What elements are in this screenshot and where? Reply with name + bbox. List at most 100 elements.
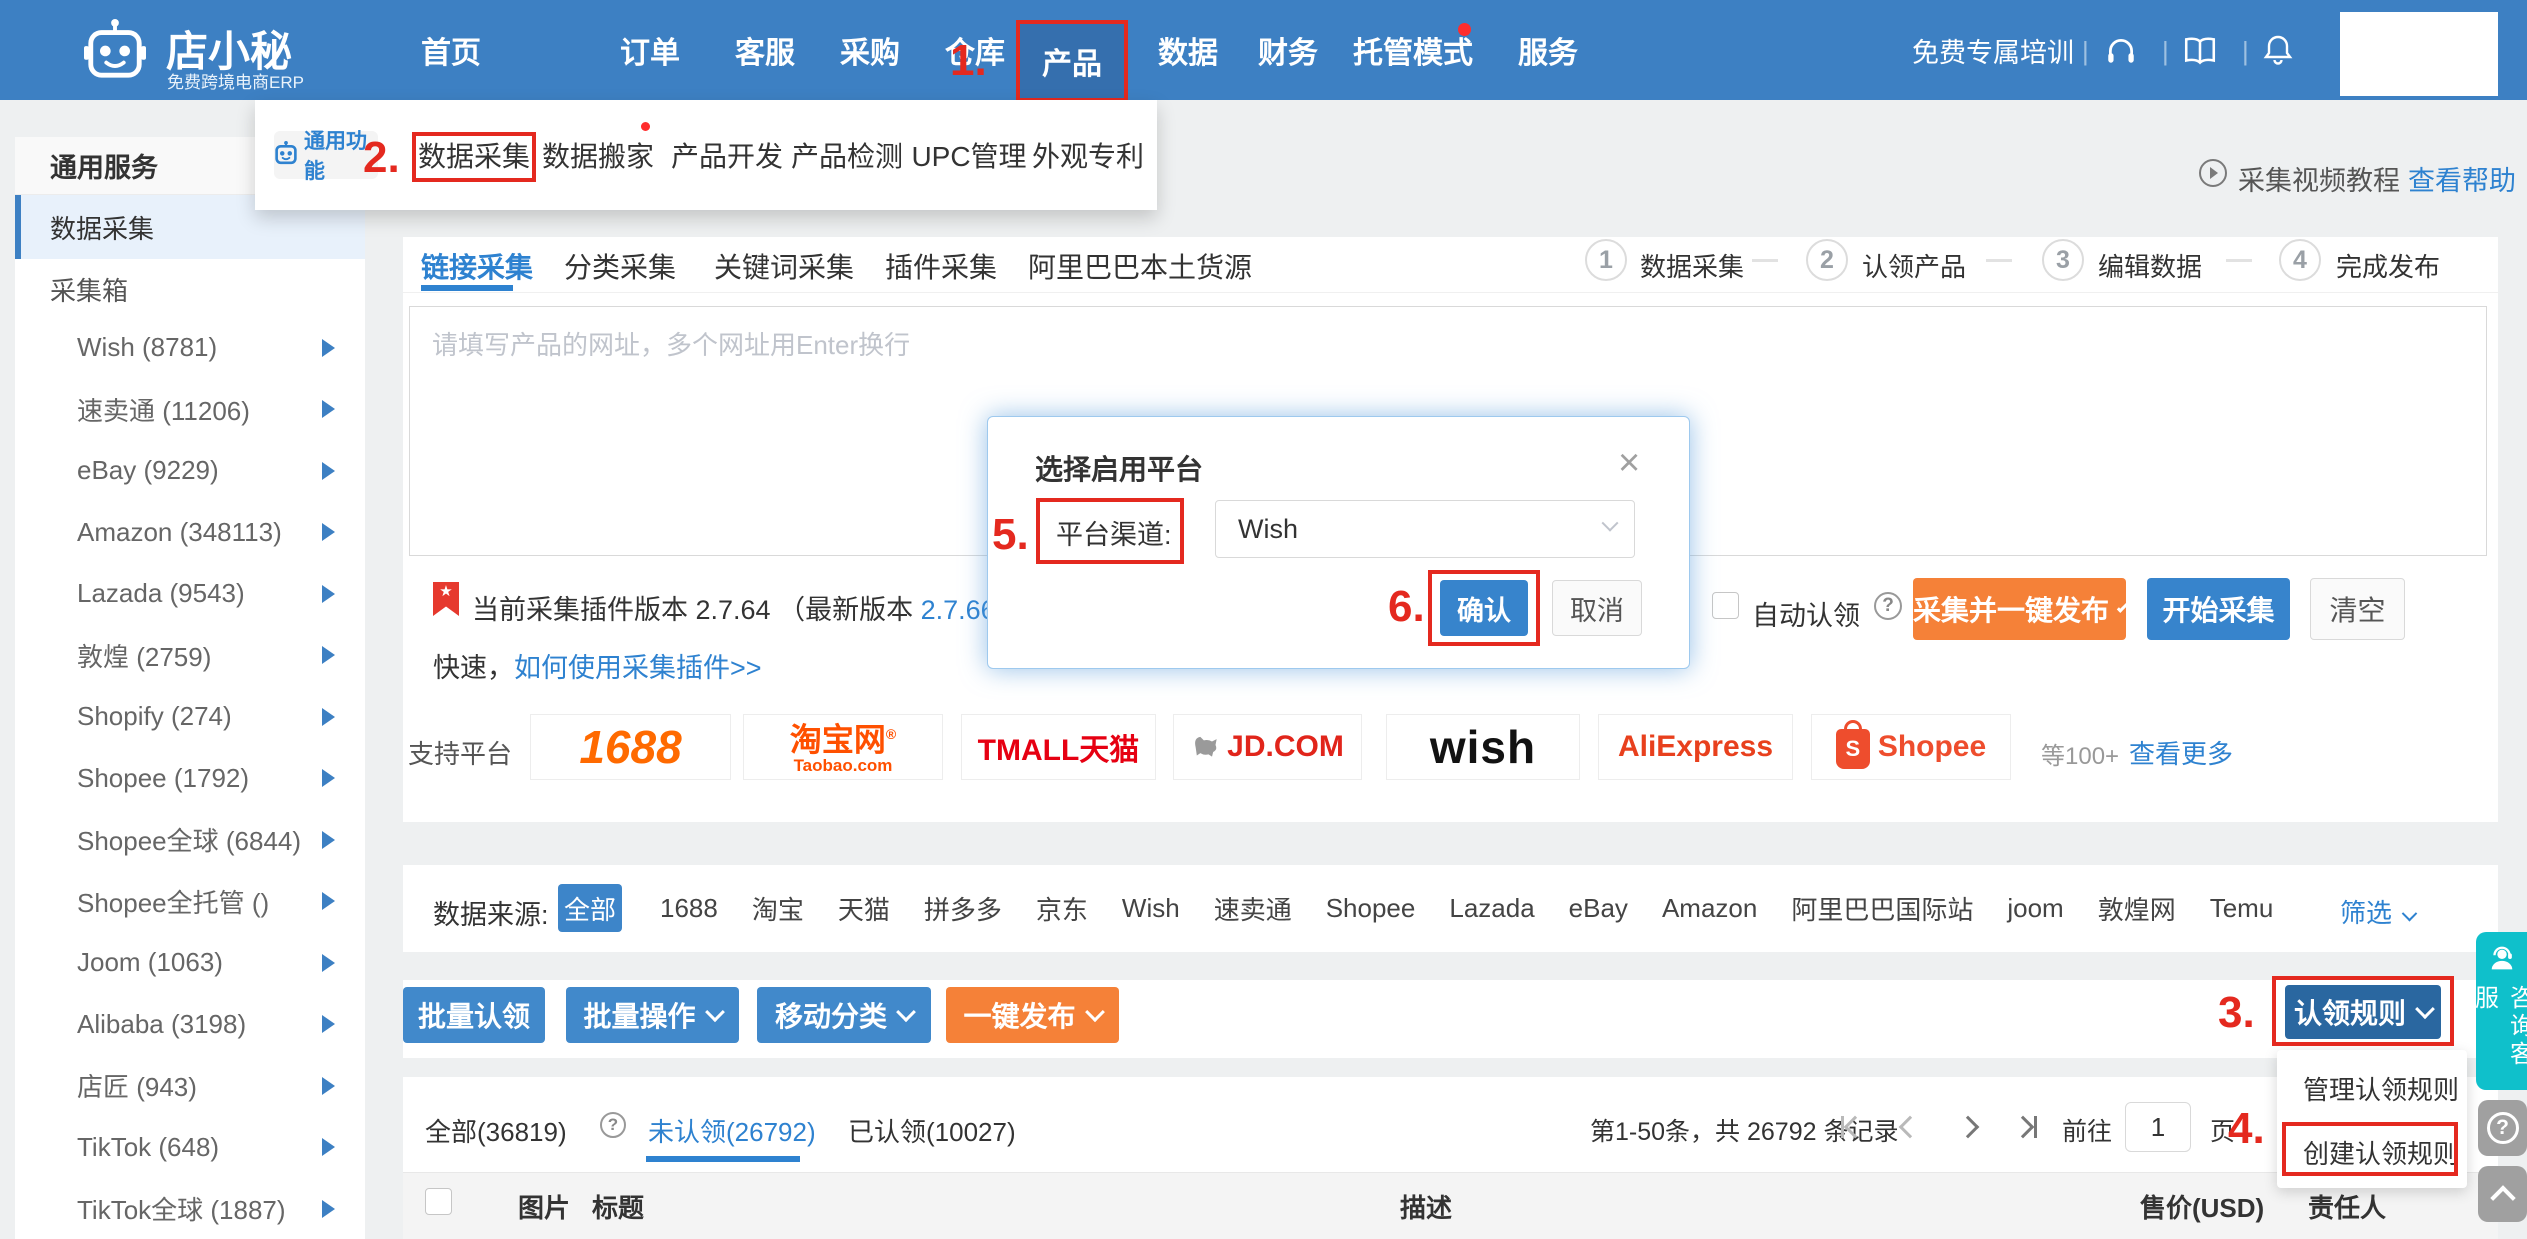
- pagination-first-button[interactable]: [1835, 1110, 1869, 1144]
- sidebar-item-label: Wish (8781): [77, 332, 218, 363]
- question-circle-icon: ?: [2486, 1112, 2519, 1144]
- filter-link[interactable]: 筛选: [2340, 893, 2418, 930]
- step-dash: [2226, 259, 2252, 262]
- menu-item-data-mover[interactable]: 数据搬家: [542, 100, 654, 210]
- nav-item-home[interactable]: 首页: [421, 0, 481, 100]
- datasource-option-amazon[interactable]: Amazon: [1662, 893, 1757, 924]
- menu-item-upc[interactable]: UPC管理: [911, 100, 1026, 210]
- sidebar-item-lazada[interactable]: Lazada (9543): [15, 563, 365, 625]
- batch-operations-button[interactable]: 批量操作: [566, 987, 739, 1043]
- one-click-publish-button[interactable]: 一键发布: [946, 987, 1119, 1043]
- manual-book-icon[interactable]: [2182, 34, 2218, 73]
- table-tab-unclaimed[interactable]: 未认领(26792): [648, 1112, 816, 1149]
- tab-category-collect[interactable]: 分类采集: [564, 246, 676, 286]
- menu-item-create-claim-rules[interactable]: 创建认领规则: [2277, 1120, 2467, 1184]
- latest-version-link[interactable]: 2.7.66: [921, 595, 996, 625]
- customer-service-widget[interactable]: 咨询客服: [2471, 932, 2527, 1090]
- batch-claim-button[interactable]: 批量认领: [403, 987, 545, 1043]
- collect-and-publish-button[interactable]: 采集并一键发布: [1913, 578, 2131, 640]
- annotation-step-1: 1.: [950, 36, 987, 85]
- menu-item-manage-claim-rules[interactable]: 管理认领规则: [2277, 1056, 2467, 1120]
- nav-item-customer-service[interactable]: 客服: [735, 0, 795, 100]
- nav-item-products[interactable]: 产品: [1016, 20, 1128, 102]
- tab-link-collect[interactable]: 链接采集: [421, 246, 533, 286]
- sidebar-item-wish[interactable]: Wish (8781): [15, 317, 365, 379]
- help-widget[interactable]: ?: [2478, 1100, 2527, 1156]
- close-icon[interactable]: ×: [1618, 442, 1640, 485]
- nav-item-purchase[interactable]: 采购: [840, 0, 900, 100]
- sidebar-item-shopee-global[interactable]: Shopee全球 (6844): [15, 809, 365, 871]
- sidebar-item-shopee[interactable]: Shopee (1792): [15, 748, 365, 810]
- start-collect-button[interactable]: 开始采集: [2147, 578, 2290, 640]
- claim-rules-button[interactable]: 认领规则: [2285, 985, 2441, 1039]
- sidebar-item-dunhuang[interactable]: 敦煌 (2759): [15, 625, 365, 687]
- menu-item-product-dev[interactable]: 产品开发: [671, 100, 783, 210]
- headset-icon[interactable]: [2104, 34, 2138, 73]
- sidebar-item-alibaba[interactable]: Alibaba (3198): [15, 994, 365, 1056]
- sidebar-item-tiktok[interactable]: TikTok (648): [15, 1117, 365, 1179]
- datasource-option-ebay[interactable]: eBay: [1569, 893, 1628, 924]
- datasource-option-dhgate[interactable]: 敦煌网: [2098, 890, 2176, 927]
- nav-item-finance[interactable]: 财务: [1258, 0, 1318, 100]
- clear-button[interactable]: 清空: [2310, 578, 2405, 640]
- datasource-option-temu[interactable]: Temu: [2210, 893, 2274, 924]
- tab-alibaba-local[interactable]: 阿里巴巴本土货源: [1028, 246, 1252, 286]
- logo-tmall-text: TMALL天猫: [977, 734, 1140, 767]
- view-help-link[interactable]: 查看帮助: [2408, 159, 2516, 198]
- tab-keyword-collect[interactable]: 关键词采集: [714, 246, 854, 286]
- datasource-option-taobao[interactable]: 淘宝: [752, 890, 804, 927]
- sidebar-item-amazon[interactable]: Amazon (348113): [15, 502, 365, 564]
- menu-item-design-patent[interactable]: 外观专利: [1032, 100, 1144, 210]
- sidebar-item-shopee-managed[interactable]: Shopee全托管 (): [15, 871, 365, 933]
- nav-item-orders[interactable]: 订单: [620, 0, 680, 100]
- sidebar-item-ebay[interactable]: eBay (9229): [15, 440, 365, 502]
- auto-claim-checkbox[interactable]: [1712, 592, 1739, 619]
- nav-training-link[interactable]: 免费专属培训: [1912, 0, 2074, 100]
- move-category-button[interactable]: 移动分类: [757, 987, 931, 1043]
- view-more-link[interactable]: 查看更多: [2129, 734, 2233, 771]
- confirm-button[interactable]: 确认: [1440, 580, 1528, 636]
- chevron-right-icon: [322, 338, 335, 357]
- table-tab-help-icon[interactable]: ?: [600, 1112, 626, 1138]
- datasource-option-alibaba-intl[interactable]: 阿里巴巴国际站: [1791, 890, 1973, 927]
- sidebar-item-label: Alibaba (3198): [77, 1008, 247, 1039]
- sidebar-item-collection-box[interactable]: 采集箱: [15, 259, 365, 319]
- video-tutorial-link[interactable]: 采集视频教程: [2238, 159, 2400, 198]
- datasource-option-1688[interactable]: 1688: [660, 893, 718, 924]
- nav-item-data[interactable]: 数据: [1158, 0, 1218, 100]
- table-tab-all[interactable]: 全部(36819): [425, 1112, 567, 1149]
- table-tab-claimed[interactable]: 已认领(10027): [848, 1112, 1016, 1149]
- datasource-option-all[interactable]: 全部: [558, 884, 622, 932]
- pagination-last-button[interactable]: [2009, 1110, 2043, 1144]
- menu-item-product-check[interactable]: 产品检测: [791, 100, 903, 210]
- pagination-prev-button[interactable]: [1893, 1110, 1927, 1144]
- menu-item-data-collection[interactable]: 数据采集: [418, 100, 530, 210]
- play-circle-icon[interactable]: [2198, 158, 2228, 193]
- cancel-button[interactable]: 取消: [1552, 580, 1642, 636]
- datasource-option-aliexpress[interactable]: 速卖通: [1214, 890, 1292, 927]
- datasource-option-joom[interactable]: joom: [2007, 893, 2063, 924]
- nav-item-managed-mode[interactable]: 托管模式: [1353, 0, 1473, 100]
- plugin-howto-link[interactable]: 如何使用采集插件>>: [514, 653, 762, 683]
- back-to-top-widget[interactable]: [2478, 1166, 2527, 1222]
- datasource-option-pinduoduo[interactable]: 拼多多: [924, 890, 1002, 927]
- sidebar-item-dianjiang[interactable]: 店匠 (943): [15, 1055, 365, 1117]
- sidebar-item-joom[interactable]: Joom (1063): [15, 932, 365, 994]
- datasource-option-wish[interactable]: Wish: [1122, 893, 1180, 924]
- tab-plugin-collect[interactable]: 插件采集: [885, 246, 997, 286]
- sidebar-item-aliexpress[interactable]: 速卖通 (11206): [15, 379, 365, 441]
- sidebar-item-shopify[interactable]: Shopify (274): [15, 686, 365, 748]
- sidebar-item-tiktok-global[interactable]: TikTok全球 (1887): [15, 1178, 365, 1239]
- datasource-option-tmall[interactable]: 天猫: [838, 890, 890, 927]
- select-all-checkbox[interactable]: [425, 1188, 452, 1215]
- datasource-option-jd[interactable]: 京东: [1036, 890, 1088, 927]
- datasource-option-lazada[interactable]: Lazada: [1449, 893, 1534, 924]
- auto-claim-help-icon[interactable]: ?: [1874, 592, 1902, 620]
- pagination-next-button[interactable]: [1951, 1110, 1985, 1144]
- nav-item-services[interactable]: 服务: [1518, 0, 1578, 100]
- datasource-option-shopee[interactable]: Shopee: [1326, 893, 1416, 924]
- bell-icon[interactable]: [2262, 33, 2294, 72]
- page-number-input[interactable]: [2125, 1102, 2191, 1152]
- platform-channel-select[interactable]: Wish: [1215, 500, 1635, 558]
- user-account-box[interactable]: [2340, 12, 2498, 96]
